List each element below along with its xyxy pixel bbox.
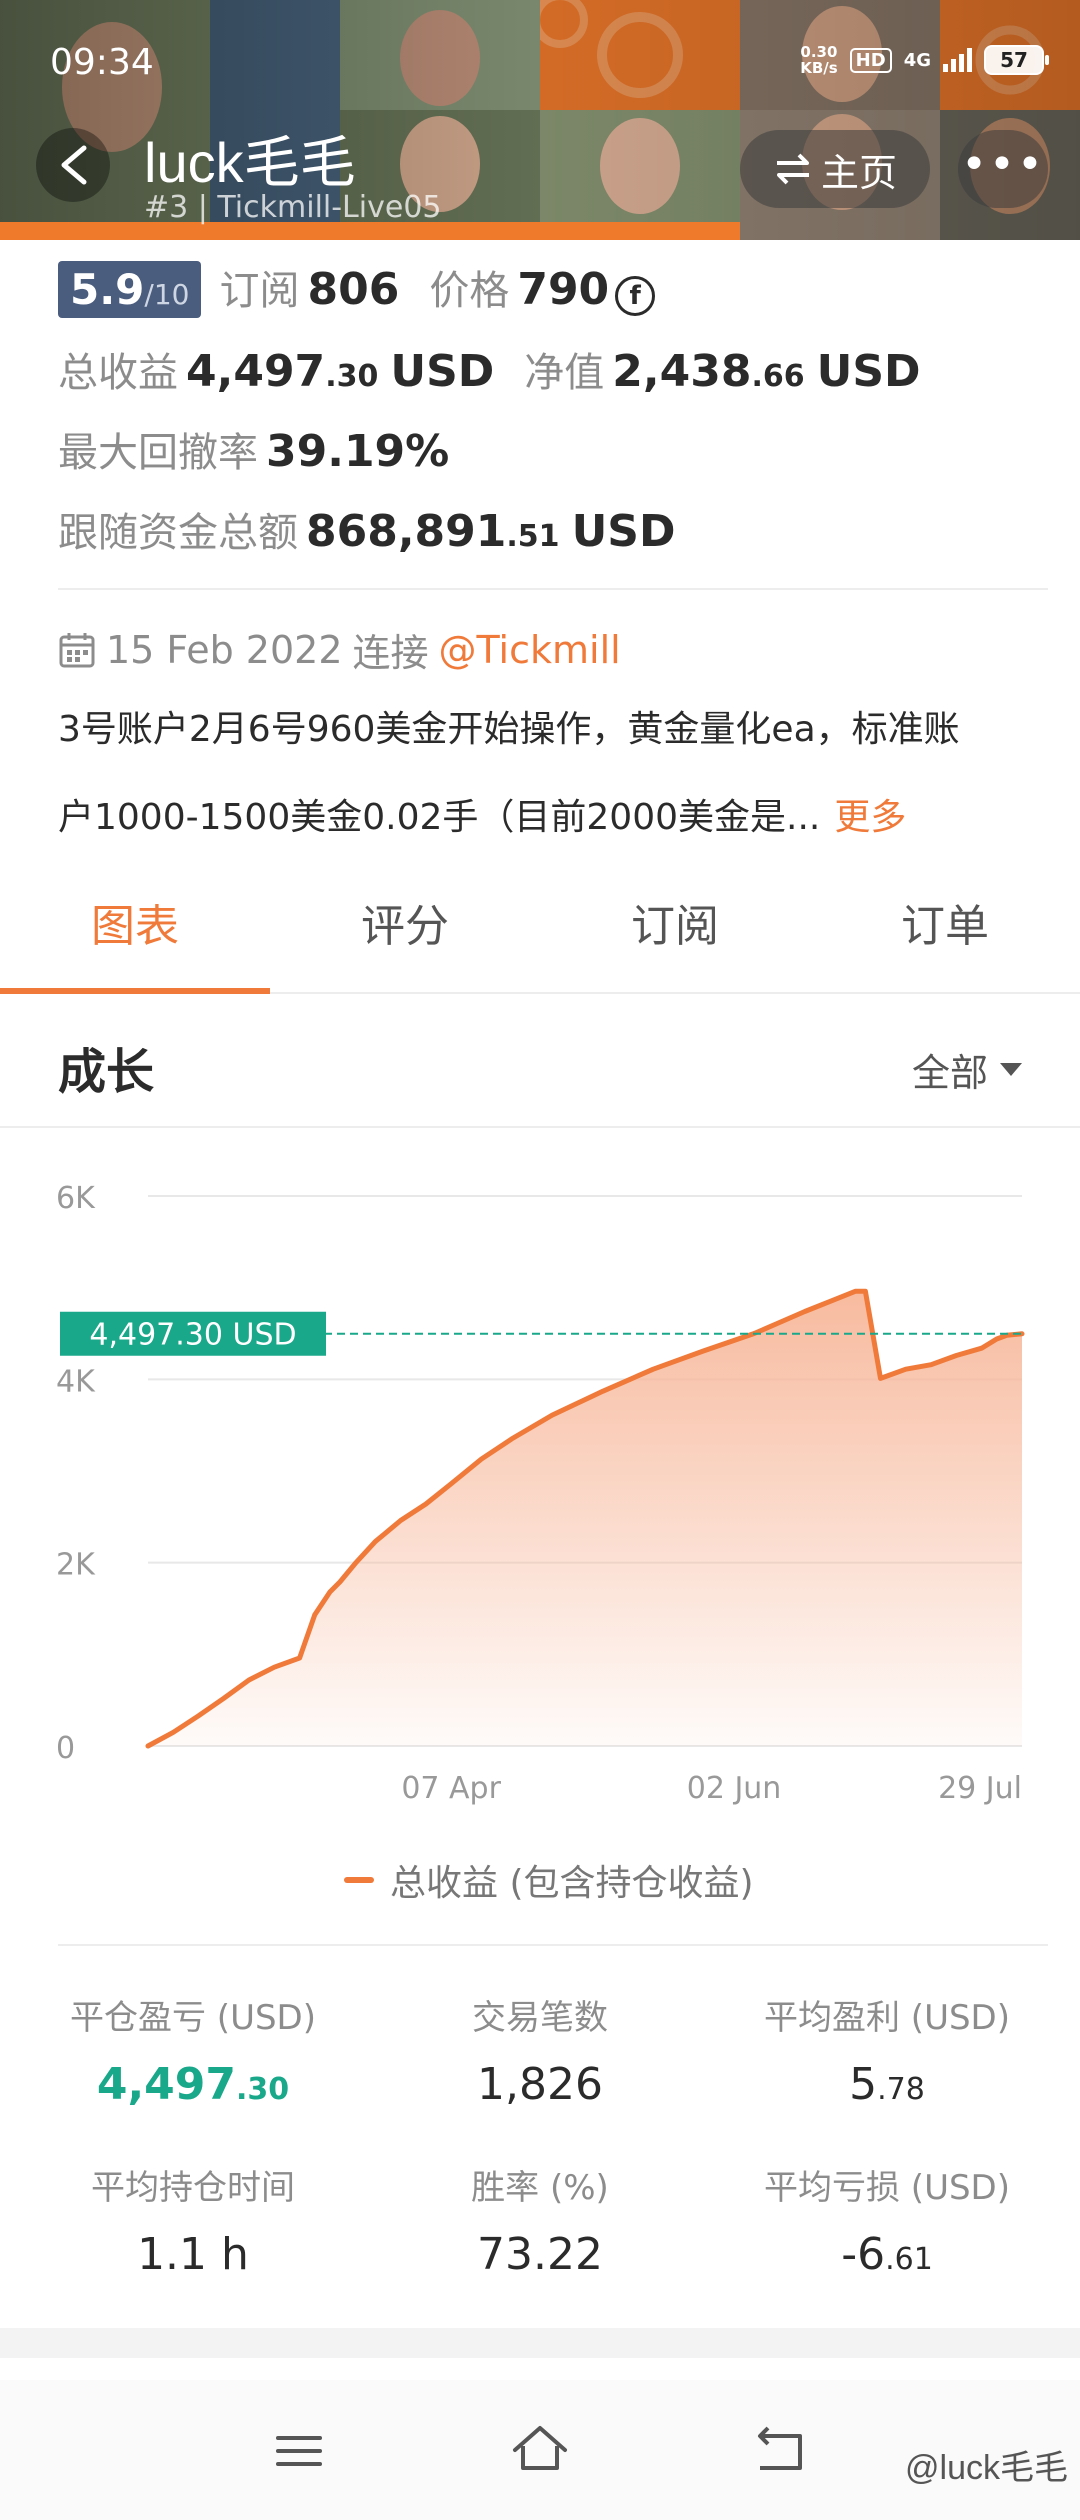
follow-funds-unit: USD xyxy=(571,506,676,557)
range-dropdown[interactable]: 全部 xyxy=(912,1042,1022,1097)
more-button[interactable]: ••• xyxy=(958,130,1048,208)
tab-bar: 图表 评分 订阅 订单 xyxy=(0,862,1080,994)
subscribe-count: 806 xyxy=(307,264,400,315)
home-label: 主页 xyxy=(820,150,897,195)
range-label: 全部 xyxy=(911,1051,988,1095)
metric-item: 胜率 (%) 73.22 xyxy=(367,2160,713,2280)
metric-value: 1,826 xyxy=(477,2059,603,2110)
metric-value: 1.1 h xyxy=(137,2229,249,2280)
metric-item: 平均亏损 (USD) -6.61 xyxy=(714,2160,1060,2280)
divider xyxy=(58,588,1048,590)
x-tick-label: 29 Jul xyxy=(938,1771,1022,1806)
metric-label: 交易笔数 xyxy=(472,1998,608,2038)
more-link[interactable]: 更多 xyxy=(834,797,906,838)
follow-funds-value: 868,891.51 xyxy=(306,506,560,557)
metric-value: 4,497.30 xyxy=(96,2059,290,2110)
connect-date: 15 Feb 2022 xyxy=(106,627,343,672)
metric-label: 平均亏损 (USD) xyxy=(764,2168,1010,2208)
follow-funds-label: 跟随资金总额 xyxy=(58,510,298,556)
equity-label: 净值 xyxy=(524,350,605,396)
chevron-left-icon xyxy=(61,145,87,185)
x-tick-label: 07 Apr xyxy=(401,1771,501,1806)
battery-icon: 57 xyxy=(984,45,1049,75)
current-value-label: 4,497.30 USD xyxy=(89,1318,296,1353)
home-icon[interactable] xyxy=(505,2416,575,2486)
hd-icon: HD xyxy=(849,47,892,73)
follow-funds-row: 跟随资金总额 868,891.51 USD xyxy=(58,500,676,558)
menu-icon[interactable] xyxy=(264,2416,334,2486)
metric-label: 胜率 (%) xyxy=(471,2168,609,2208)
total-profit-unit: USD xyxy=(390,346,495,397)
tab-orders[interactable]: 订单 xyxy=(810,862,1080,992)
equity-value: 2,438.66 xyxy=(612,346,805,397)
series-area xyxy=(148,1291,1022,1746)
total-profit-label: 总收益 xyxy=(58,350,178,396)
legend-label: 总收益 (包含持仓收益) xyxy=(390,1863,754,1904)
metric-label: 平均持仓时间 xyxy=(91,2168,295,2208)
total-profit-value: 4,497.30 xyxy=(186,346,379,397)
rating-row: 5.9/10 订阅 806 价格 790 f xyxy=(58,258,656,318)
swap-icon xyxy=(776,153,809,185)
broker-link[interactable]: @Tickmill xyxy=(439,628,621,672)
y-tick-label: 0 xyxy=(56,1731,75,1766)
subscribe-label: 订阅 xyxy=(219,268,300,314)
metric-item: 交易笔数 1,826 xyxy=(367,1990,713,2110)
max-drawdown-value: 39.19% xyxy=(266,426,450,477)
strategy-description: 户1000-1500美金0.02手（目前2000美金是... 更多 xyxy=(58,774,1038,862)
divider xyxy=(58,1944,1048,1946)
growth-chart: 6K 4K 2K 0 07 Apr 02 Jun 29 Jul 4,497.30 USD xyxy=(56,1181,1025,1806)
tab-rating[interactable]: 评分 xyxy=(270,862,540,992)
watermark: @luck毛毛 xyxy=(905,2449,1068,2487)
x-tick-label: 02 Jun xyxy=(687,1771,782,1806)
strategy-description-line: 3号账户2月6号960美金开始操作，黄金量化ea，标准账 xyxy=(58,709,960,750)
tab-chart[interactable]: 图表 xyxy=(0,862,270,994)
status-time: 09:34 xyxy=(50,42,154,83)
tab-subscribe[interactable]: 订阅 xyxy=(540,862,810,992)
caret-down-icon xyxy=(1000,1063,1022,1076)
price-label: 价格 xyxy=(429,268,510,314)
home-button[interactable]: 主页 xyxy=(740,130,930,208)
connect-label: 连接 xyxy=(352,631,429,675)
network-type: 4G xyxy=(903,49,931,71)
chart-legend: 总收益 (包含持仓收益) xyxy=(344,1854,754,1906)
equity-unit: USD xyxy=(816,346,921,397)
strategy-description-line: 户1000-1500美金0.02手（目前2000美金是... xyxy=(58,797,821,838)
coin-icon: f xyxy=(615,276,656,316)
section-title: 成长 xyxy=(58,1044,155,1100)
header-banner: 09:34 0.30 KB/s HD 4G 57 luck毛毛 #3 | Tic… xyxy=(0,0,1080,240)
connection-row: 15 Feb 2022 连接 @Tickmill xyxy=(58,622,621,677)
metric-item: 平均持仓时间 1.1 h xyxy=(20,2160,366,2280)
calendar-icon xyxy=(59,632,95,667)
account-subtitle: #3 | Tickmill-Live05 xyxy=(144,190,442,225)
metric-label: 平均盈利 (USD) xyxy=(764,1998,1010,2038)
section-gap xyxy=(0,2328,1080,2358)
y-tick-label: 4K xyxy=(56,1364,96,1399)
net-speed: 0.30 KB/s xyxy=(800,43,838,77)
y-tick-label: 2K xyxy=(56,1548,96,1583)
metric-value: 5.78 xyxy=(849,2059,925,2110)
metric-value: -6.61 xyxy=(841,2229,933,2280)
signal-icon xyxy=(943,48,972,72)
status-icons: 0.30 KB/s HD 4G 57 xyxy=(800,43,1049,77)
back-button[interactable] xyxy=(36,128,110,202)
metric-item: 平均盈利 (USD) 5.78 xyxy=(714,1990,1060,2110)
metric-value: 73.22 xyxy=(477,2229,603,2280)
metric-item: 平仓盈亏 (USD) 4,497.30 xyxy=(20,1990,366,2110)
y-tick-label: 6K xyxy=(56,1181,96,1216)
back-nav-icon[interactable] xyxy=(746,2416,816,2486)
price-value: 790 xyxy=(517,264,610,315)
profit-row: 总收益 4,497.30 USD 净值 2,438.66 USD xyxy=(58,340,921,398)
trader-name: luck毛毛 xyxy=(144,131,356,194)
max-drawdown-label: 最大回撤率 xyxy=(58,430,258,476)
drawdown-row: 最大回撤率 39.19% xyxy=(58,420,449,478)
legend-swatch xyxy=(344,1877,374,1883)
metric-label: 平仓盈亏 (USD) xyxy=(70,1998,316,2038)
rating-badge: 5.9/10 xyxy=(58,261,202,318)
